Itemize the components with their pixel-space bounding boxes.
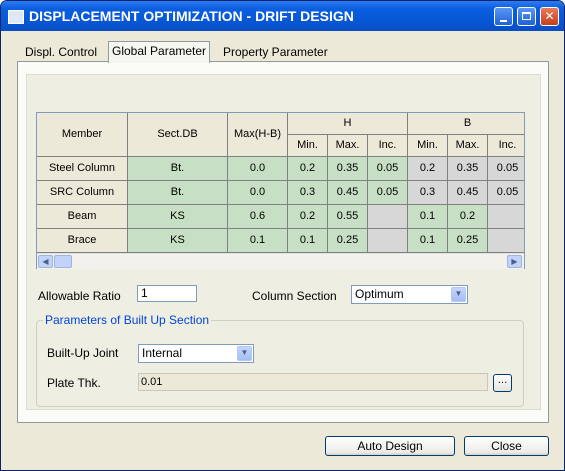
row-member: Beam bbox=[37, 205, 128, 229]
column-section-label: Column Section bbox=[252, 289, 337, 303]
header-max-hb: Max(H-B) bbox=[228, 113, 288, 157]
builtup-joint-value: Internal bbox=[142, 346, 183, 360]
cell-sectdb[interactable]: KS bbox=[128, 205, 228, 229]
builtup-joint-select[interactable]: Internal ▼ bbox=[138, 344, 254, 363]
column-section-value: Optimum bbox=[355, 287, 404, 301]
header-h-inc: Inc. bbox=[368, 135, 408, 157]
minimize-button[interactable] bbox=[494, 7, 513, 26]
cell-b-inc[interactable]: 0.05 bbox=[488, 157, 524, 181]
scroll-right-icon[interactable]: ▶ bbox=[507, 255, 522, 268]
minimize-icon bbox=[500, 20, 507, 22]
header-b-inc: Inc. bbox=[488, 135, 524, 157]
tab-global-parameter[interactable]: Global Parameter bbox=[108, 41, 211, 63]
scroll-thumb[interactable] bbox=[54, 255, 72, 268]
header-group-h: H bbox=[288, 113, 408, 135]
allowable-ratio-input[interactable]: 1 bbox=[137, 285, 197, 302]
plate-thk-field: 0.01 bbox=[138, 373, 488, 391]
cell-b-inc[interactable] bbox=[488, 229, 524, 253]
cell-h-max[interactable]: 0.25 bbox=[328, 229, 368, 253]
builtup-joint-label: Built-Up Joint bbox=[47, 346, 119, 360]
cell-b-min[interactable]: 0.1 bbox=[408, 229, 448, 253]
cell-b-inc[interactable] bbox=[488, 205, 524, 229]
close-button[interactable]: Close bbox=[464, 436, 549, 456]
row-member: SRC Column bbox=[37, 181, 128, 205]
plate-thk-label: Plate Thk. bbox=[47, 376, 101, 390]
builtup-section-group bbox=[36, 320, 524, 407]
row-member: Steel Column bbox=[37, 157, 128, 181]
cell-b-max[interactable]: 0.25 bbox=[448, 229, 488, 253]
browse-button[interactable]: ... bbox=[493, 374, 512, 392]
cell-h-inc[interactable] bbox=[368, 229, 408, 253]
cell-b-min[interactable]: 0.3 bbox=[408, 181, 448, 205]
cell-h-inc[interactable]: 0.05 bbox=[368, 181, 408, 205]
chevron-down-icon[interactable]: ▼ bbox=[451, 287, 466, 302]
app-icon bbox=[8, 10, 24, 24]
header-b-max: Max. bbox=[448, 135, 488, 157]
dialog-window: DISPLACEMENT OPTIMIZATION - DRIFT DESIGN… bbox=[0, 0, 565, 471]
window-title: DISPLACEMENT OPTIMIZATION - DRIFT DESIGN bbox=[29, 8, 354, 24]
cell-h-inc[interactable] bbox=[368, 205, 408, 229]
cell-b-min[interactable]: 0.2 bbox=[408, 157, 448, 181]
chevron-down-icon[interactable]: ▼ bbox=[237, 346, 252, 361]
title-bar[interactable]: DISPLACEMENT OPTIMIZATION - DRIFT DESIGN… bbox=[1, 1, 564, 31]
cell-h-inc[interactable]: 0.05 bbox=[368, 157, 408, 181]
cell-max-hb[interactable]: 0.1 bbox=[228, 229, 288, 253]
cell-h-min[interactable]: 0.2 bbox=[288, 205, 328, 229]
horizontal-scrollbar[interactable]: ◀ ▶ bbox=[37, 253, 524, 269]
allowable-ratio-label: Allowable Ratio bbox=[38, 289, 121, 303]
tab-displ-control[interactable]: Displ. Control bbox=[22, 43, 100, 61]
cell-max-hb[interactable]: 0.0 bbox=[228, 157, 288, 181]
maximize-icon bbox=[522, 12, 531, 20]
close-icon: ✕ bbox=[544, 9, 555, 23]
builtup-section-group-title: Parameters of Built Up Section bbox=[43, 313, 212, 327]
cell-b-max[interactable]: 0.2 bbox=[448, 205, 488, 229]
cell-h-max[interactable]: 0.45 bbox=[328, 181, 368, 205]
cell-max-hb[interactable]: 0.6 bbox=[228, 205, 288, 229]
close-window-button[interactable]: ✕ bbox=[540, 7, 559, 26]
cell-h-max[interactable]: 0.35 bbox=[328, 157, 368, 181]
cell-max-hb[interactable]: 0.0 bbox=[228, 181, 288, 205]
auto-design-button[interactable]: Auto Design bbox=[325, 436, 455, 456]
cell-b-max[interactable]: 0.35 bbox=[448, 157, 488, 181]
scroll-left-icon[interactable]: ◀ bbox=[38, 255, 53, 268]
header-b-min: Min. bbox=[408, 135, 448, 157]
cell-h-min[interactable]: 0.3 bbox=[288, 181, 328, 205]
header-h-max: Max. bbox=[328, 135, 368, 157]
parameter-grid[interactable]: Member Sect.DB Max(H-B) H B Min. Max. In… bbox=[36, 112, 525, 269]
cell-h-min[interactable]: 0.1 bbox=[288, 229, 328, 253]
header-sectdb: Sect.DB bbox=[128, 113, 228, 157]
cell-h-max[interactable]: 0.55 bbox=[328, 205, 368, 229]
tab-property-parameter[interactable]: Property Parameter bbox=[220, 43, 331, 61]
header-member: Member bbox=[37, 113, 128, 157]
cell-sectdb[interactable]: Bt. bbox=[128, 157, 228, 181]
cell-b-max[interactable]: 0.45 bbox=[448, 181, 488, 205]
header-group-b: B bbox=[408, 113, 524, 135]
header-h-min: Min. bbox=[288, 135, 328, 157]
cell-sectdb[interactable]: Bt. bbox=[128, 181, 228, 205]
cell-sectdb[interactable]: KS bbox=[128, 229, 228, 253]
row-member: Brace bbox=[37, 229, 128, 253]
column-section-select[interactable]: Optimum ▼ bbox=[351, 285, 468, 304]
maximize-button[interactable] bbox=[517, 7, 536, 26]
cell-h-min[interactable]: 0.2 bbox=[288, 157, 328, 181]
cell-b-min[interactable]: 0.1 bbox=[408, 205, 448, 229]
cell-b-inc[interactable]: 0.05 bbox=[488, 181, 524, 205]
